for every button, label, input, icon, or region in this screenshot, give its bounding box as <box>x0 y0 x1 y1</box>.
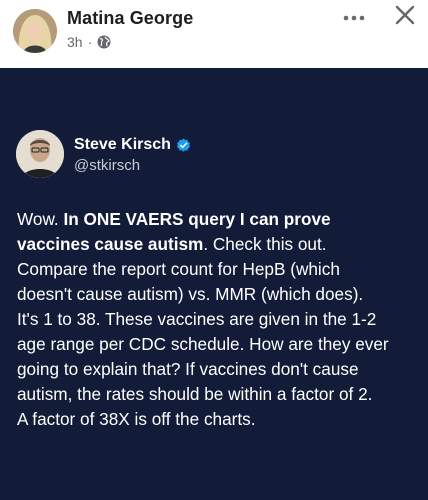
close-button[interactable] <box>392 4 418 30</box>
tweet-text-bold: vaccines cause autism <box>17 234 204 254</box>
tweet-line: doesn't cause autism) vs. MMR (which doe… <box>17 284 364 304</box>
more-icon <box>343 8 365 26</box>
author-name[interactable]: Matina George <box>67 8 193 29</box>
tweet-line: vaccines cause autism. Check this out. <box>17 232 417 257</box>
tweet-text: Wow. In ONE VAERS query I can prove vacc… <box>17 207 417 432</box>
tweet-text-plain: . Check this out. <box>203 234 327 254</box>
tweet-line: It's 1 to 38. These vaccines are given i… <box>17 309 377 329</box>
tweet-author-name: Steve Kirsch <box>74 136 191 154</box>
shared-tweet-card[interactable]: Steve Kirsch @stkirsch Wow. In ONE VAERS… <box>0 68 428 500</box>
tweet-text-plain: Wow. <box>17 209 64 229</box>
tweet-author-handle: @stkirsch <box>74 157 141 174</box>
tweet-author-name-text: Steve Kirsch <box>74 136 171 153</box>
tweet-line: Wow. In ONE VAERS query I can prove <box>17 207 417 232</box>
close-icon <box>395 5 415 30</box>
tweet-line: autism, the rates should be within a fac… <box>17 384 373 404</box>
post-header: Matina George 3h · <box>0 0 428 68</box>
post-meta: 3h · <box>67 34 111 50</box>
meta-separator: · <box>87 34 93 50</box>
verified-badge-icon <box>176 137 191 153</box>
author-avatar[interactable] <box>13 9 57 53</box>
tweet-line: Compare the report count for HepB (which <box>17 259 340 279</box>
post-time[interactable]: 3h <box>67 34 83 50</box>
tweet-line: age range per CDC schedule. How are they… <box>17 334 389 354</box>
tweet-line: A factor of 38X is off the charts. <box>17 409 256 429</box>
tweet-text-bold: In ONE VAERS query I can prove <box>63 209 331 229</box>
tweet-line: going to explain that? If vaccines don't… <box>17 359 359 379</box>
more-options-button[interactable] <box>341 6 367 28</box>
tweet-author-avatar <box>16 130 64 178</box>
globe-icon <box>97 35 111 49</box>
